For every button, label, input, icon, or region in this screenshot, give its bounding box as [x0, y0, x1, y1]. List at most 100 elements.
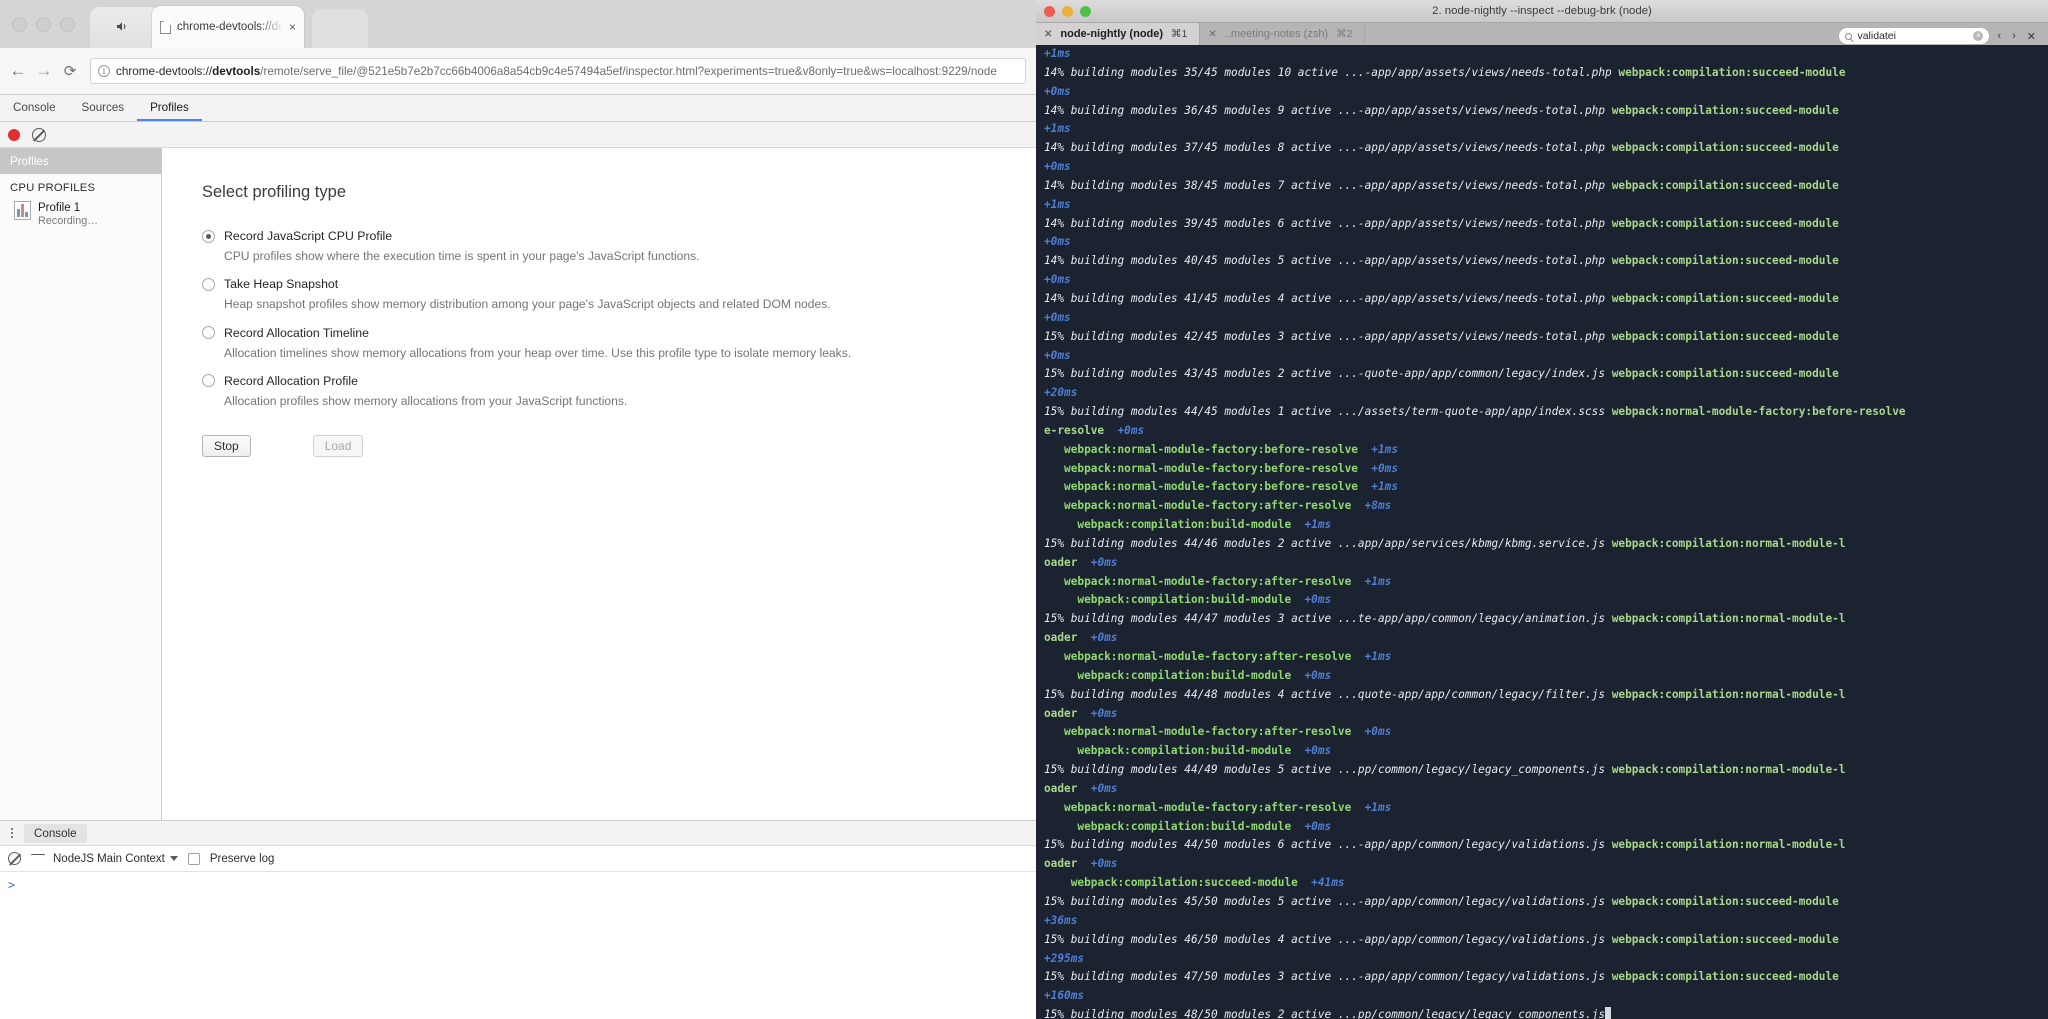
profiling-option[interactable]: Record Allocation Profile Allocation pro… [202, 374, 1036, 409]
radio-record-cpu-profile[interactable] [202, 229, 215, 243]
terminal-segment-sp [1044, 725, 1064, 738]
terminal-segment-sp [1298, 876, 1311, 889]
terminal-window-controls[interactable] [1044, 6, 1091, 17]
more-options-icon[interactable] [4, 828, 20, 838]
reload-button[interactable]: ⟳ [57, 62, 83, 80]
browser-tab-active[interactable]: chrome-devtools://devtools/re × [152, 6, 304, 48]
record-icon[interactable] [8, 128, 20, 141]
screen: chrome-devtools://devtools/re × ← → ⟳ i … [0, 0, 2048, 1019]
terminal-tab-node-nightly[interactable]: ✕ node-nightly (node) ⌘1 [1036, 23, 1201, 45]
search-input-value: validatei [1857, 30, 1896, 42]
back-button[interactable]: ← [5, 61, 31, 81]
terminal-line: 14% building modules 41/45 modules 4 act… [1044, 290, 2042, 309]
sidebar-header[interactable]: Profiles [0, 148, 161, 174]
terminal-line: e-resolve +0ms [1044, 422, 2042, 441]
address-bar[interactable]: i chrome-devtools://devtools/remote/serv… [90, 58, 1026, 84]
clear-icon[interactable] [32, 127, 46, 142]
terminal-segment-hook: oader [1044, 781, 1078, 795]
tab-console[interactable]: Console [0, 95, 69, 121]
terminal-segment-prog: 14% building modules 40/45 modules 5 act… [1044, 254, 1612, 268]
close-icon[interactable]: ✕ [1208, 29, 1216, 40]
console-prompt[interactable]: > [0, 872, 1036, 892]
terminal-tab-label: node-nightly (node) [1060, 28, 1164, 40]
option-label: Record Allocation Timeline [224, 325, 369, 340]
tab-sources[interactable]: Sources [69, 95, 138, 121]
terminal-segment-sp [1044, 669, 1077, 682]
execution-context-selector[interactable]: NodeJS Main Context [53, 853, 178, 865]
terminal-line: 14% building modules 38/45 modules 7 act… [1044, 177, 2042, 196]
terminal-segment-time: +0ms [1117, 423, 1145, 437]
radio-record-allocation-profile[interactable] [202, 374, 215, 388]
profiles-main-panel: Select profiling type Record JavaScript … [162, 148, 1036, 820]
terminal-segment-hook2: webpack:normal-module-factory:before-res… [1064, 480, 1358, 494]
terminal-segment-time: +0ms [1090, 706, 1118, 720]
devtools-drawer: Console NodeJS Main Context Preserve log… [0, 820, 1036, 1019]
option-description: Heap snapshot profiles show memory distr… [224, 297, 831, 312]
terminal-segment-time: +36ms [1044, 913, 1078, 927]
close-window-button[interactable] [12, 17, 27, 32]
terminal-segment-hook: webpack:compilation:succeed-module [1611, 932, 1839, 946]
terminal-segment-hook: webpack:compilation:normal-module-l [1611, 612, 1846, 626]
profiling-option[interactable]: Record JavaScript CPU Profile CPU profil… [202, 229, 1036, 264]
browser-tab-muted[interactable] [90, 7, 160, 48]
terminal-tab-meeting-notes[interactable]: ✕ ..meeting-notes (zsh) ⌘2 [1200, 23, 1366, 45]
terminal-segment-time: +1ms [1044, 122, 1071, 136]
filter-icon[interactable] [31, 854, 43, 863]
radio-record-allocation-timeline[interactable] [202, 326, 215, 340]
stop-button[interactable]: Stop [202, 435, 251, 458]
terminal-segment-hook: oader [1044, 857, 1078, 871]
terminal-segment-time: +0ms [1044, 160, 1071, 174]
close-icon[interactable]: × [289, 21, 296, 33]
url-scheme: chrome-devtools:// [116, 64, 213, 78]
console-toolbar: NodeJS Main Context Preserve log [0, 846, 1036, 872]
terminal-segment-time: +0ms [1044, 84, 1071, 98]
browser-window-controls[interactable] [12, 17, 75, 32]
terminal-line: +160ms [1044, 987, 2042, 1006]
terminal-line: 15% building modules 44/47 modules 3 act… [1044, 610, 2042, 629]
terminal-segment-sp [1351, 650, 1364, 663]
browser-tab-strip: chrome-devtools://devtools/re × [0, 0, 1036, 48]
profile-status: Recording… [38, 215, 99, 228]
load-button[interactable]: Load [312, 435, 364, 458]
terminal-line: 14% building modules 39/45 modules 6 act… [1044, 215, 2042, 234]
option-description: Allocation profiles show memory allocati… [224, 393, 628, 408]
terminal-segment-time: +41ms [1311, 876, 1345, 890]
speaker-icon [116, 20, 129, 34]
clear-console-icon[interactable] [8, 852, 21, 865]
preserve-log-checkbox[interactable] [187, 852, 200, 865]
profiling-option[interactable]: Take Heap Snapshot Heap snapshot profile… [202, 277, 1036, 312]
close-window-button[interactable] [1044, 6, 1055, 17]
minimize-window-button[interactable] [36, 17, 51, 32]
maximize-window-button[interactable] [1080, 6, 1091, 17]
maximize-window-button[interactable] [60, 17, 75, 32]
profiling-type-list: Record JavaScript CPU Profile CPU profil… [202, 229, 1036, 409]
terminal-segment-time: +8ms [1364, 499, 1392, 513]
terminal-segment-sp [1351, 801, 1364, 814]
search-input[interactable]: validatei × [1838, 27, 1991, 45]
terminal-segment-hook2: webpack:normal-module-factory:before-res… [1064, 442, 1358, 456]
close-find-button[interactable]: ✕ [2023, 30, 2040, 43]
radio-take-heap-snapshot[interactable] [202, 277, 215, 291]
close-icon[interactable]: ✕ [1044, 29, 1052, 40]
terminal-line: oader +0ms [1044, 554, 2042, 573]
terminal-segment-time: +1ms [1364, 574, 1392, 588]
forward-button[interactable]: → [31, 61, 57, 81]
terminal-segment-sp [1044, 801, 1064, 814]
minimize-window-button[interactable] [1062, 6, 1073, 17]
tab-profiles[interactable]: Profiles [137, 95, 202, 121]
page-info-icon[interactable]: i [98, 65, 110, 77]
new-tab-button[interactable] [312, 9, 368, 48]
terminal-line: webpack:normal-module-factory:after-reso… [1044, 723, 2042, 742]
page-favicon-icon [160, 20, 171, 34]
sidebar-item-profile-1[interactable]: Profile 1 Recording… [0, 198, 161, 232]
terminal-segment-hook: webpack:compilation:succeed-module [1611, 329, 1839, 343]
find-next-button[interactable]: › [2008, 30, 2020, 42]
terminal-segment-hook: webpack:compilation:succeed-module [1611, 291, 1839, 305]
terminal-output[interactable]: +1ms 14% building modules 35/45 modules 1… [1036, 45, 2048, 1019]
find-previous-button[interactable]: ‹ [1993, 30, 2005, 42]
terminal-segment-hook2: webpack:normal-module-factory:after-reso… [1064, 574, 1352, 588]
clear-search-icon[interactable]: × [1973, 31, 1984, 41]
drawer-tab-console[interactable]: Console [24, 823, 87, 843]
profiling-option[interactable]: Record Allocation Timeline Allocation ti… [202, 326, 1036, 361]
terminal-segment-sp [1291, 593, 1304, 606]
